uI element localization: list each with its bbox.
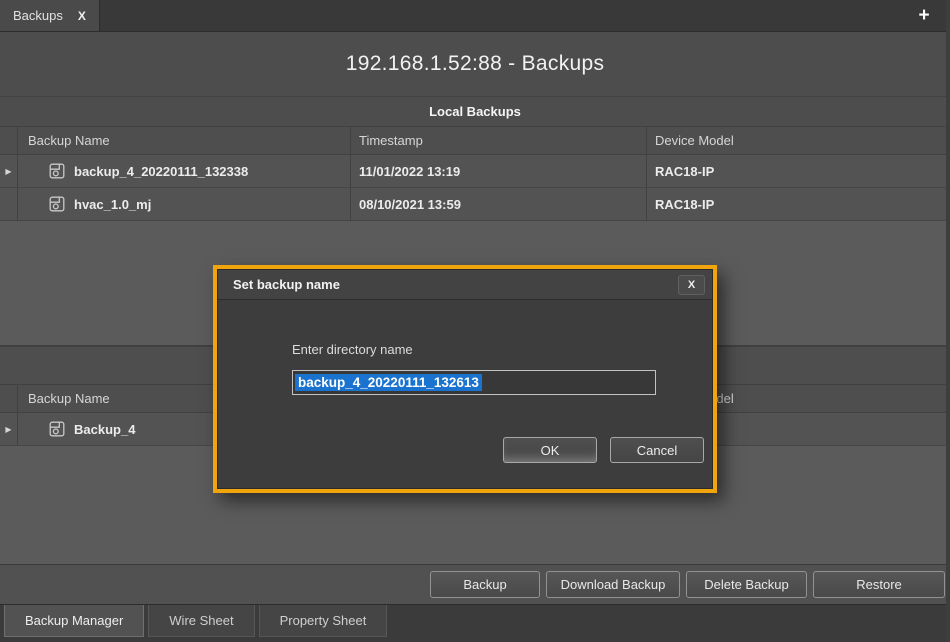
backup-button[interactable]: Backup [430,571,540,598]
directory-name-label: Enter directory name [292,342,413,357]
page-title: 192.168.1.52:88 - Backups [346,52,605,76]
device-model-cell: RAC18-IP [647,188,950,220]
set-backup-name-dialog: Set backup name X Enter directory name b… [213,265,717,493]
tab-wire-sheet[interactable]: Wire Sheet [148,605,254,637]
tab-backups-label: Backups [13,8,63,23]
backup-name-cell: hvac_1.0_mj [18,188,351,220]
table-row[interactable]: hvac_1.0_mj 08/10/2021 13:59 RAC18-IP [0,188,950,221]
row-selector-cell: ▶ [0,413,18,445]
cancel-button[interactable]: Cancel [610,437,704,463]
dialog-close-button[interactable]: X [678,275,705,295]
floppy-disk-icon [49,163,65,179]
add-tab-button[interactable]: + [912,4,936,28]
restore-button[interactable]: Restore [813,571,945,598]
delete-backup-button[interactable]: Delete Backup [686,571,807,598]
backup-manager-window: Backups X + 192.168.1.52:88 - Backups Lo… [0,0,950,642]
row-pointer-icon: ▶ [5,425,11,434]
download-backup-button[interactable]: Download Backup [546,571,680,598]
floppy-disk-icon [49,196,65,212]
table-row[interactable]: ▶ backup_4_20220111_132338 11/01/2022 13… [0,155,950,188]
directory-name-input[interactable]: backup_4_20220111_132613 [292,370,656,395]
window-right-edge [946,0,950,642]
bottom-tab-bar: Backup Manager Wire Sheet Property Sheet [0,604,950,642]
backup-name-cell: backup_4_20220111_132338 [18,155,351,187]
row-pointer-icon: ▶ [5,167,11,176]
tab-backup-manager[interactable]: Backup Manager [4,605,144,637]
column-header-device-model[interactable]: Device Model [647,127,950,154]
tab-backups[interactable]: Backups X [0,0,100,31]
backup-name: backup_4_20220111_132338 [74,164,248,179]
backup-name: Backup_4 [74,422,135,437]
tab-close-icon[interactable]: X [78,9,86,23]
dialog-title-bar[interactable]: Set backup name X [218,270,712,300]
dialog-frame: Set backup name X Enter directory name b… [217,269,713,489]
ok-button[interactable]: OK [503,437,597,463]
row-selector-cell [0,188,18,220]
floppy-disk-icon [49,421,65,437]
selector-header-cell [0,127,18,154]
column-header-backup-name[interactable]: Backup Name [18,127,351,154]
view-title-bar: 192.168.1.52:88 - Backups [0,32,950,97]
device-model-cell: RAC18-IP [647,155,950,187]
timestamp-cell: 11/01/2022 13:19 [351,155,647,187]
timestamp-cell: 08/10/2021 13:59 [351,188,647,220]
top-tab-bar: Backups X + [0,0,950,32]
local-backups-section-header: Local Backups [0,97,950,127]
dialog-title: Set backup name [233,277,340,292]
action-bar: Backup Download Backup Delete Backup Res… [0,564,950,604]
dialog-body: Enter directory name backup_4_20220111_1… [218,300,712,488]
column-header-timestamp[interactable]: Timestamp [351,127,647,154]
close-icon: X [688,279,695,291]
row-selector-cell: ▶ [0,155,18,187]
tab-property-sheet[interactable]: Property Sheet [259,605,388,637]
plus-icon: + [918,5,929,27]
selector-header-cell [0,385,18,412]
backup-name: hvac_1.0_mj [74,197,151,212]
section-title: Local Backups [429,104,521,119]
selected-input-text: backup_4_20220111_132613 [295,374,482,391]
local-backups-table-header: Backup Name Timestamp Device Model [0,127,950,155]
